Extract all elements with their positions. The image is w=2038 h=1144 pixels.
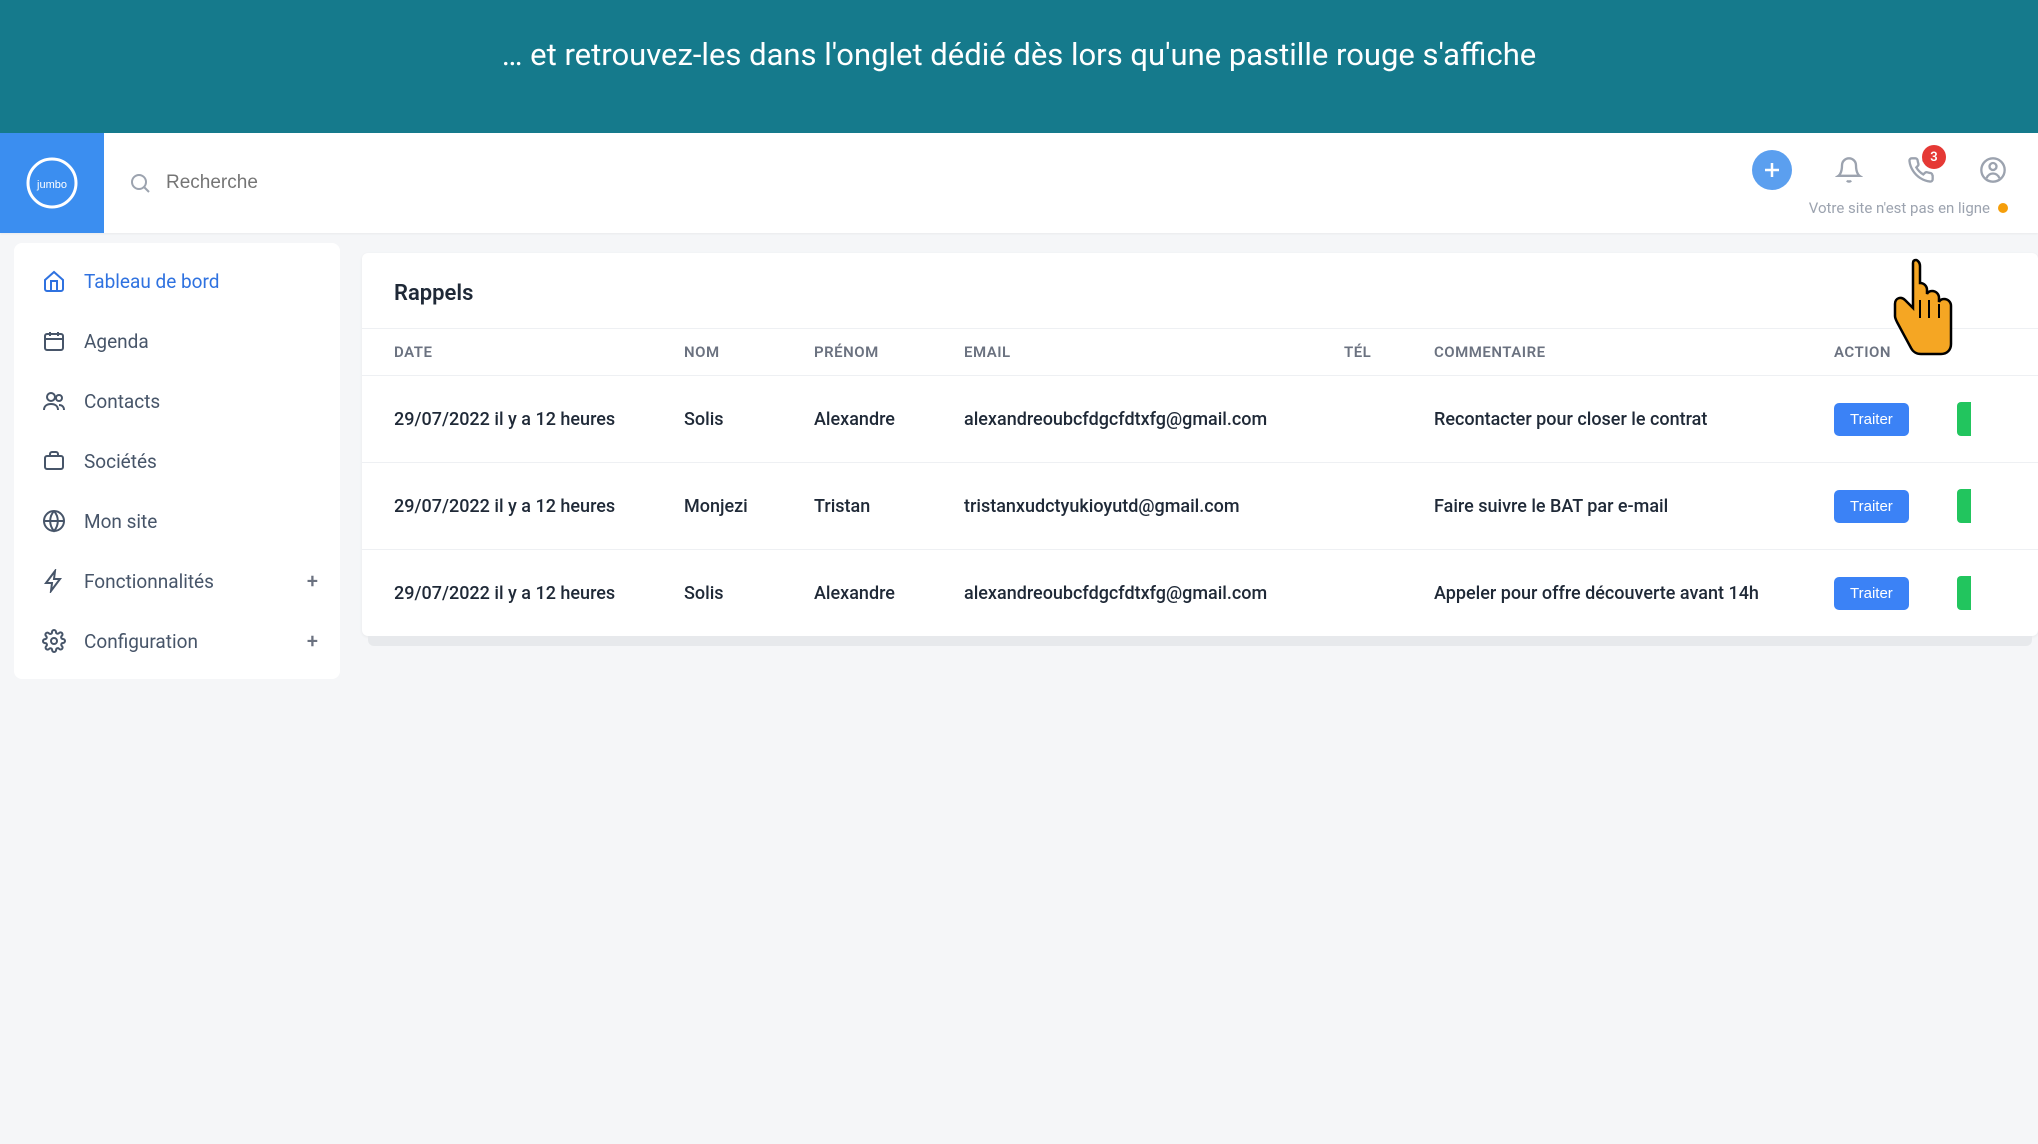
th-action: ACTION (1802, 329, 2038, 376)
reminders-card: Rappels DATE NOM PRÉNOM EMAIL TÉL COMMEN… (362, 253, 2038, 636)
card-shadow (368, 636, 2032, 646)
cell-prenom: Alexandre (782, 376, 932, 463)
gear-icon (42, 629, 66, 653)
process-button[interactable]: Traiter (1834, 403, 1909, 436)
briefcase-icon (42, 449, 66, 473)
cell-tel (1312, 376, 1402, 463)
sidebar-item-agenda[interactable]: Agenda (14, 311, 340, 371)
search-input[interactable] (166, 172, 566, 194)
th-email: EMAIL (932, 329, 1312, 376)
home-icon (42, 269, 66, 293)
notifications-button[interactable] (1834, 155, 1864, 185)
bell-icon (1835, 156, 1863, 184)
cell-date: 29/07/2022 il y a 12 heures (362, 550, 652, 637)
add-button[interactable] (1752, 150, 1792, 190)
sidebar-item-label: Sociétés (84, 450, 157, 473)
th-nom: NOM (652, 329, 782, 376)
table-row: 29/07/2022 il y a 12 heuresSolisAlexandr… (362, 376, 2038, 463)
cell-nom: Solis (652, 376, 782, 463)
search-icon (128, 171, 152, 195)
cell-email: tristanxudctyukioyutd@gmail.com (932, 463, 1312, 550)
sidebar-item-label: Fonctionnalités (84, 570, 214, 593)
th-date: DATE (362, 329, 652, 376)
secondary-action-button[interactable] (1957, 402, 1971, 436)
cell-comment: Recontacter pour closer le contrat (1402, 376, 1802, 463)
secondary-action-button[interactable] (1957, 576, 1971, 610)
process-button[interactable]: Traiter (1834, 577, 1909, 610)
cell-date: 29/07/2022 il y a 12 heures (362, 463, 652, 550)
user-circle-icon (1979, 156, 2007, 184)
plus-icon (1762, 160, 1782, 180)
cell-prenom: Alexandre (782, 550, 932, 637)
reminders-table: DATE NOM PRÉNOM EMAIL TÉL COMMENTAIRE AC… (362, 328, 2038, 636)
calendar-icon (42, 329, 66, 353)
profile-button[interactable] (1978, 155, 2008, 185)
sidebar: Tableau de bord Agenda Contacts Sociétés… (14, 243, 340, 679)
cell-tel (1312, 463, 1402, 550)
secondary-action-button[interactable] (1957, 489, 1971, 523)
expand-icon: + (307, 569, 318, 593)
cell-tel (1312, 550, 1402, 637)
logo[interactable]: jumbo (0, 133, 104, 233)
globe-icon (42, 509, 66, 533)
cell-email: alexandreoubcfdgcfdtxfg@gmail.com (932, 376, 1312, 463)
header-right: 3 Votre site n'est pas en ligne (1752, 133, 2038, 233)
sidebar-item-mysite[interactable]: Mon site (14, 491, 340, 551)
users-icon (42, 389, 66, 413)
expand-icon: + (307, 629, 318, 653)
sidebar-item-companies[interactable]: Sociétés (14, 431, 340, 491)
cell-email: alexandreoubcfdgcfdtxfg@gmail.com (932, 550, 1312, 637)
sidebar-item-dashboard[interactable]: Tableau de bord (14, 251, 340, 311)
site-status: Votre site n'est pas en ligne (1809, 199, 2008, 223)
th-tel: TÉL (1312, 329, 1402, 376)
app-header: jumbo 3 Votre site n'est pas en ligne (0, 133, 2038, 233)
cell-nom: Monjezi (652, 463, 782, 550)
banner-text: … et retrouvez-les dans l'onglet dédié d… (502, 36, 1536, 73)
cell-action: Traiter (1802, 463, 2038, 550)
sidebar-item-label: Configuration (84, 630, 198, 653)
sidebar-item-label: Tableau de bord (84, 270, 220, 293)
sidebar-item-contacts[interactable]: Contacts (14, 371, 340, 431)
status-dot-icon (1998, 203, 2008, 213)
sidebar-item-features[interactable]: Fonctionnalités + (14, 551, 340, 611)
cell-nom: Solis (652, 550, 782, 637)
th-comment: COMMENTAIRE (1402, 329, 1802, 376)
table-row: 29/07/2022 il y a 12 heuresMonjeziTrista… (362, 463, 2038, 550)
cell-date: 29/07/2022 il y a 12 heures (362, 376, 652, 463)
sidebar-item-label: Contacts (84, 390, 160, 413)
bolt-icon (42, 569, 66, 593)
th-prenom: PRÉNOM (782, 329, 932, 376)
calls-badge: 3 (1922, 145, 1946, 169)
tutorial-banner: … et retrouvez-les dans l'onglet dédié d… (0, 0, 2038, 133)
cell-comment: Appeler pour offre découverte avant 14h (1402, 550, 1802, 637)
sidebar-item-label: Mon site (84, 510, 157, 533)
calls-button[interactable]: 3 (1906, 155, 1936, 185)
status-label: Votre site n'est pas en ligne (1809, 199, 1990, 217)
card-title: Rappels (362, 253, 2038, 328)
main-content: Rappels DATE NOM PRÉNOM EMAIL TÉL COMMEN… (340, 233, 2038, 679)
cell-action: Traiter (1802, 550, 2038, 637)
cell-action: Traiter (1802, 376, 2038, 463)
table-row: 29/07/2022 il y a 12 heuresSolisAlexandr… (362, 550, 2038, 637)
cell-comment: Faire suivre le BAT par e-mail (1402, 463, 1802, 550)
sidebar-item-config[interactable]: Configuration + (14, 611, 340, 671)
search-area (104, 133, 1752, 233)
logo-icon: jumbo (22, 153, 82, 213)
svg-text:jumbo: jumbo (36, 179, 67, 191)
process-button[interactable]: Traiter (1834, 490, 1909, 523)
sidebar-item-label: Agenda (84, 330, 149, 353)
cell-prenom: Tristan (782, 463, 932, 550)
